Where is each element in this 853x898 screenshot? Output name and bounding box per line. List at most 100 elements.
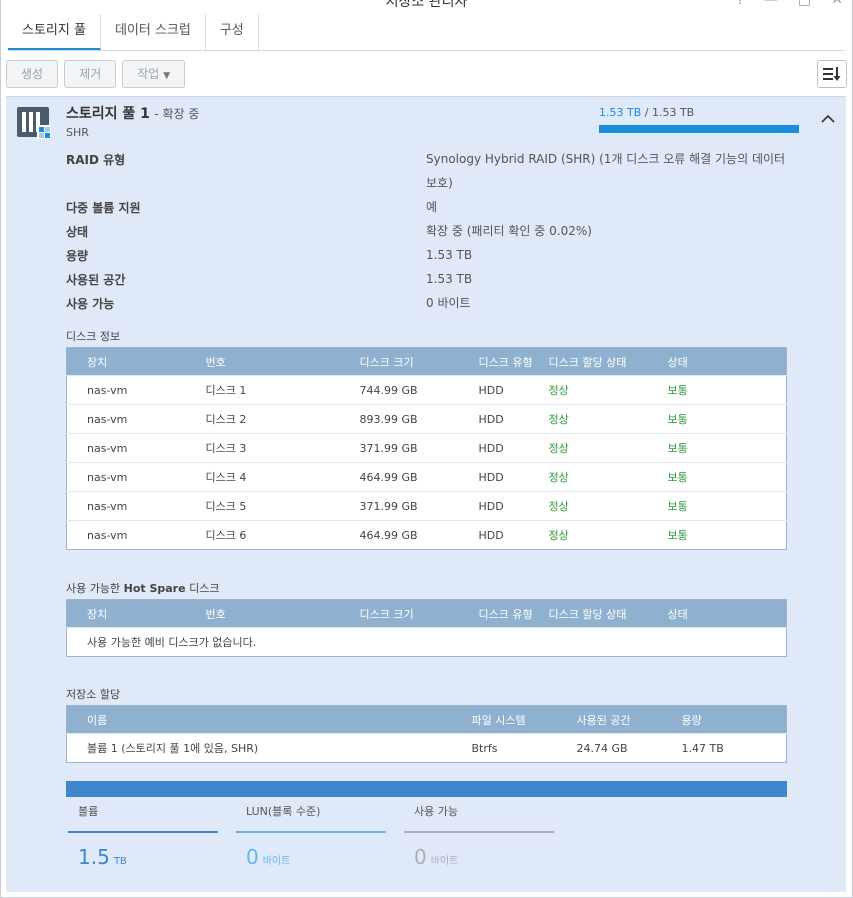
table-row[interactable]: nas-vm 디스크 2 893.99 GB HDD 정상 보통 (66, 404, 787, 434)
caret-down-icon: ▼ (163, 71, 171, 81)
legend-number: 0 (414, 845, 427, 869)
minimize-icon[interactable]: — (764, 0, 778, 8)
column-header[interactable]: 번호 (205, 347, 360, 376)
hot-spare-title: 사용 가능한 Hot Spare 디스크 (66, 580, 219, 596)
pool-title: 스토리지 풀 1 - 확장 중 (66, 103, 199, 123)
health-status-cell: 보통 (667, 491, 787, 521)
close-icon[interactable]: ✕ (831, 0, 843, 8)
device-cell: nas-vm (66, 462, 206, 492)
column-header[interactable]: 디스크 크기 (359, 599, 479, 628)
detail-key: 상태 (66, 225, 89, 239)
disk-type-cell: HDD (478, 462, 549, 492)
pool-type: SHR (66, 126, 89, 139)
legend-volume: 볼륨 1.5 TB (68, 803, 218, 869)
detail-key: 사용된 공간 (66, 273, 126, 287)
allocation-status-cell: 정상 (548, 520, 668, 550)
pool-name: 스토리지 풀 1 (66, 106, 150, 122)
storage-pool-icon (17, 107, 51, 139)
disk-type-cell: HDD (478, 520, 549, 550)
create-button[interactable]: 생성 (6, 60, 59, 88)
table-header-row: 장치 번호 디스크 크기 디스크 유형 디스크 할당 상태 상태 (66, 599, 787, 628)
detail-value: 확장 중 (패리티 확인 중 0.02%) (426, 224, 592, 238)
column-header[interactable]: 디스크 크기 (359, 347, 479, 376)
legend-label: 사용 가능 (414, 805, 458, 818)
column-header[interactable]: 장치 (66, 347, 206, 376)
detail-value: 1.53 TB (426, 272, 473, 286)
table-row[interactable]: nas-vm 디스크 6 464.99 GB HDD 정상 보통 (66, 520, 787, 550)
detail-key: 다중 볼륨 지원 (66, 201, 141, 215)
device-cell: nas-vm (66, 520, 206, 550)
legend-value: 1.5 TB (68, 845, 218, 869)
allocation-status-cell: 정상 (548, 433, 668, 463)
tab-storage-pool[interactable]: 스토리지 풀 (8, 14, 101, 50)
table-empty-row: 사용 가능한 예비 디스크가 없습니다. (66, 627, 787, 657)
legend-line (404, 831, 554, 833)
legend-line (68, 831, 218, 833)
legend-value: 0 바이트 (404, 845, 554, 869)
table-row[interactable]: nas-vm 디스크 1 744.99 GB HDD 정상 보통 (66, 375, 787, 405)
disk-number-cell: 디스크 5 (205, 491, 360, 521)
column-header[interactable]: 장치 (66, 599, 206, 628)
disk-size-cell: 464.99 GB (359, 462, 479, 492)
allocation-status-cell: 정상 (548, 404, 668, 434)
table-header-row: 이름 파일 시스템 사용된 공간 용량 (66, 705, 787, 734)
action-menu-button[interactable]: 작업 ▼ (122, 60, 186, 88)
tab-configuration[interactable]: 구성 (206, 14, 259, 50)
table-row[interactable]: nas-vm 디스크 5 371.99 GB HDD 정상 보통 (66, 491, 787, 521)
disk-size-cell: 371.99 GB (359, 491, 479, 521)
health-status-cell: 보통 (667, 375, 787, 405)
pool-status-suffix: - 확장 중 (154, 107, 200, 121)
legend-unit: TB (113, 856, 127, 867)
health-status-cell: 보통 (667, 404, 787, 434)
sort-button[interactable] (817, 60, 847, 88)
remove-button[interactable]: 제거 (64, 60, 117, 88)
legend-label: 볼륨 (78, 805, 99, 818)
capacity-cell: 1.47 TB (681, 733, 787, 763)
chevron-up-icon[interactable] (820, 111, 836, 127)
table-row[interactable]: nas-vm 디스크 3 371.99 GB HDD 정상 보통 (66, 433, 787, 463)
column-header[interactable]: 번호 (205, 599, 360, 628)
allocation-table: 이름 파일 시스템 사용된 공간 용량 볼륨 1 (스토리지 풀 1에 있음, … (66, 705, 787, 763)
detail-value: 0 바이트 (426, 296, 471, 310)
column-header[interactable]: 이름 (66, 705, 472, 734)
table-row[interactable]: 볼륨 1 (스토리지 풀 1에 있음, SHR) Btrfs 24.74 GB … (66, 733, 787, 763)
detail-value: 1.53 TB (426, 248, 473, 262)
pool-total: 1.53 TB (651, 106, 695, 119)
empty-message: 사용 가능한 예비 디스크가 없습니다. (66, 627, 787, 657)
help-icon[interactable]: ? (737, 0, 744, 8)
disk-number-cell: 디스크 6 (205, 520, 360, 550)
table-row[interactable]: nas-vm 디스크 4 464.99 GB HDD 정상 보통 (66, 462, 787, 492)
column-header[interactable]: 디스크 유형 (478, 599, 549, 628)
legend-value: 0 바이트 (236, 845, 386, 869)
hot-spare-title-suffix: 디스크 (189, 582, 220, 595)
legend-available: 사용 가능 0 바이트 (404, 803, 554, 869)
disk-type-cell: HDD (478, 404, 549, 434)
device-cell: nas-vm (66, 375, 206, 405)
column-header[interactable]: 상태 (667, 347, 787, 376)
column-header[interactable]: 사용된 공간 (576, 705, 682, 734)
detail-key: 용량 (66, 249, 89, 263)
column-header[interactable]: 용량 (681, 705, 787, 734)
tab-divider (8, 50, 845, 51)
column-header[interactable]: 상태 (667, 599, 787, 628)
disk-size-cell: 371.99 GB (359, 433, 479, 463)
device-cell: nas-vm (66, 404, 206, 434)
column-header[interactable]: 디스크 유형 (478, 347, 549, 376)
detail-key: 사용 가능 (66, 297, 115, 311)
allocation-status-cell: 정상 (548, 462, 668, 492)
column-header[interactable]: 디스크 할당 상태 (548, 347, 668, 376)
legend-number: 0 (246, 845, 259, 869)
tab-bar: 스토리지 풀 데이터 스크럽 구성 (8, 14, 259, 50)
legend-number: 1.5 (78, 845, 110, 869)
pool-used: 1.53 TB (599, 106, 642, 119)
tab-data-scrub[interactable]: 데이터 스크럽 (101, 14, 206, 50)
detail-value: 예 (426, 200, 438, 214)
title-bar: 저장소 관리자 ? — □ ✕ (0, 0, 853, 14)
device-cell: nas-vm (66, 433, 206, 463)
legend-lun: LUN(블록 수준) 0 바이트 (236, 803, 386, 869)
column-header[interactable]: 파일 시스템 (471, 705, 577, 734)
column-header[interactable]: 디스크 할당 상태 (548, 599, 668, 628)
maximize-icon[interactable]: □ (798, 0, 811, 8)
pool-usage-bar (599, 125, 799, 133)
hot-spare-title-prefix: 사용 가능한 (66, 582, 121, 595)
